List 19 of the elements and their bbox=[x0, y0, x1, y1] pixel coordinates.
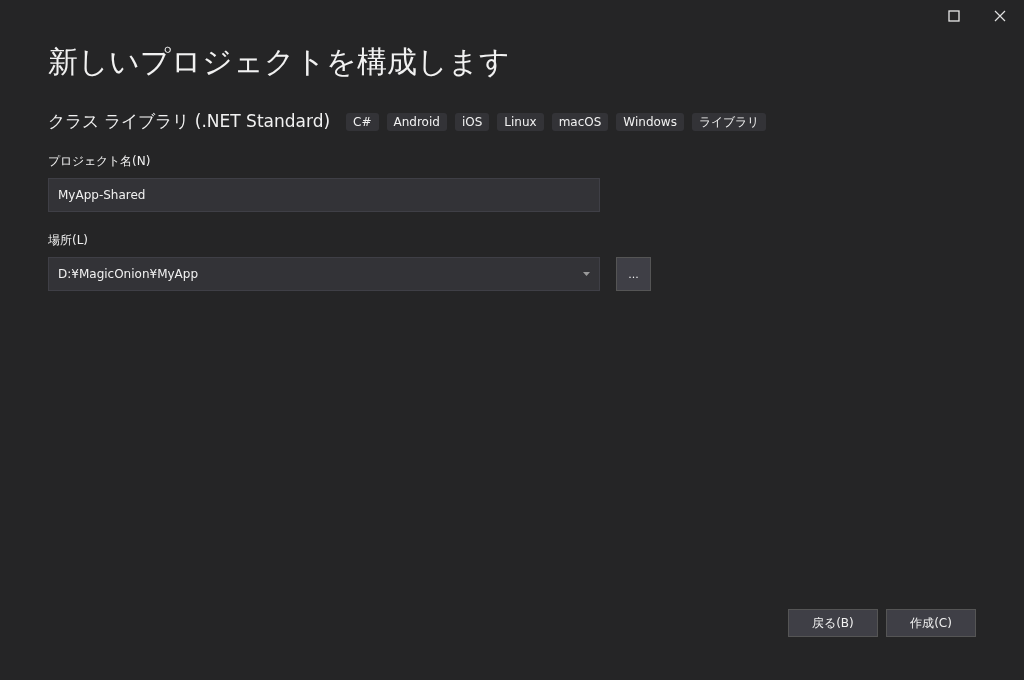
dialog-button[interactable]: 作成(C) bbox=[886, 609, 976, 637]
tag-label: Windows bbox=[616, 112, 684, 131]
location-dropdown[interactable]: D:¥MagicOnion¥MyApp bbox=[48, 257, 600, 291]
tag-label: iOS bbox=[454, 112, 490, 131]
dialog-title: 新しいプロジェクトを構成します bbox=[48, 43, 510, 81]
field-label: 場所(L) bbox=[48, 232, 89, 249]
project-name-input[interactable]: MyApp-Shared bbox=[48, 178, 600, 212]
caret-icon bbox=[583, 272, 590, 276]
tag-label: C# bbox=[346, 112, 379, 131]
field-label: プロジェクト名(N) bbox=[48, 153, 151, 170]
dialog-button[interactable]: 戻る(B) bbox=[788, 609, 878, 637]
template-name: クラス ライブラリ (.NET Standard) bbox=[48, 110, 331, 133]
close-icon[interactable] bbox=[994, 10, 1006, 22]
browse-button[interactable]: ... bbox=[616, 257, 651, 291]
maximize-icon[interactable] bbox=[948, 10, 960, 22]
tag-label: macOS bbox=[551, 112, 609, 131]
tag-label: ライブラリ bbox=[691, 112, 766, 131]
tag-label: Linux bbox=[497, 112, 544, 131]
tag-label: Android bbox=[386, 112, 447, 131]
